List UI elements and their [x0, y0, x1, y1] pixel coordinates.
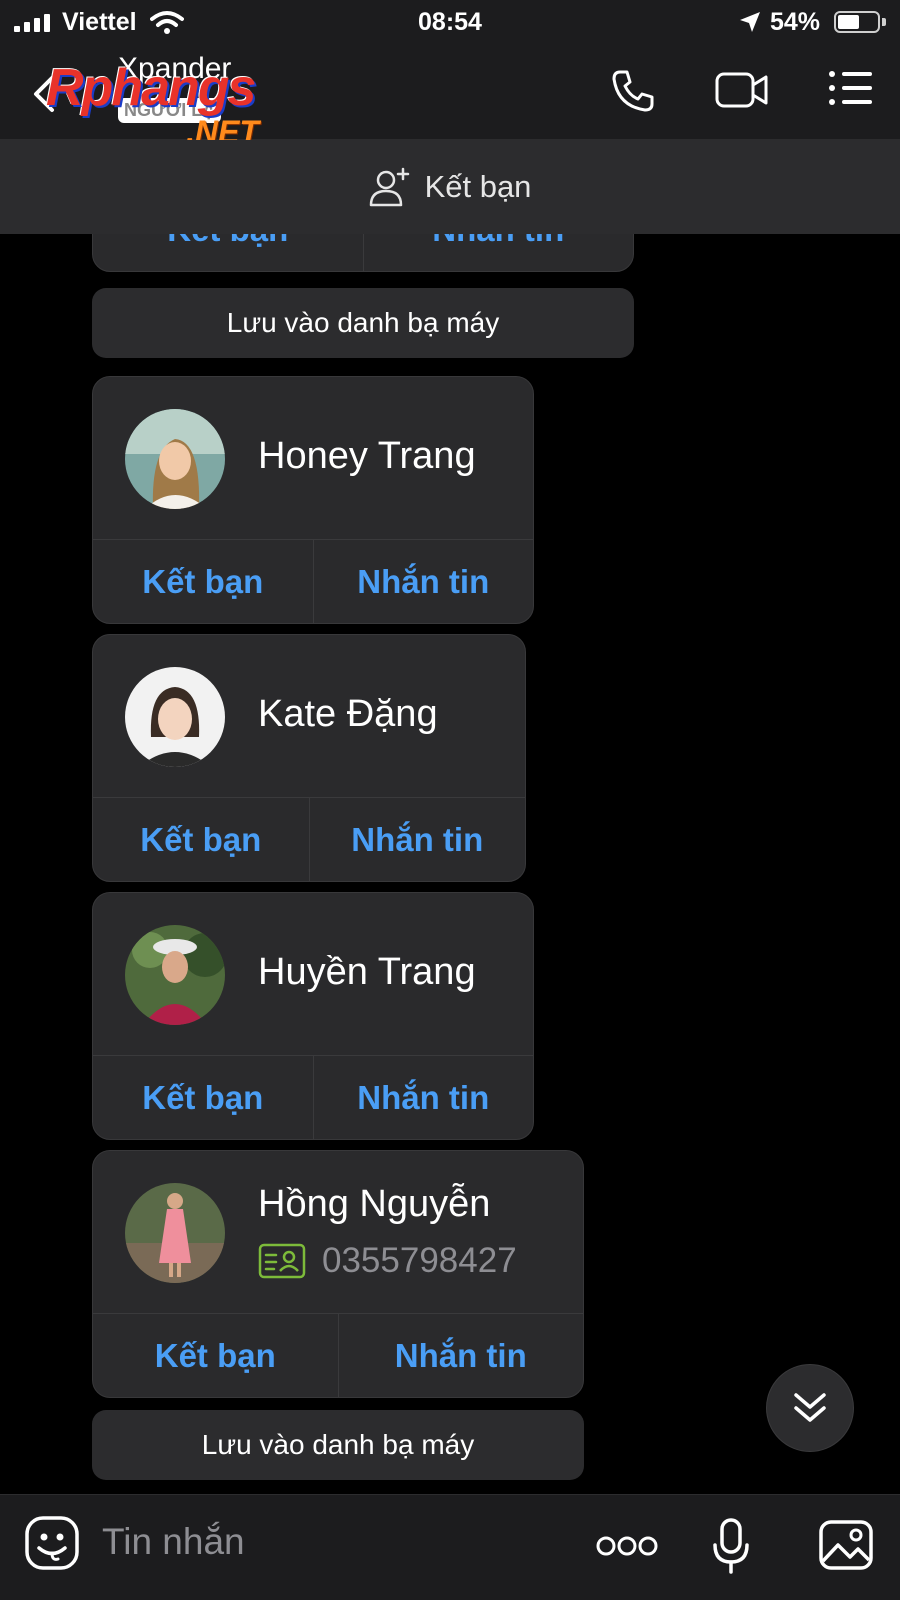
menu-list-icon[interactable] — [828, 70, 874, 106]
avatar[interactable] — [125, 409, 225, 509]
card-actions: Kết bạn Nhắn tin — [93, 234, 633, 271]
message-button[interactable]: Nhắn tin — [312, 540, 534, 623]
save-to-contacts-button[interactable]: Lưu vào danh bạ máy — [92, 288, 634, 358]
avatar[interactable] — [125, 1183, 225, 1283]
battery-icon — [834, 11, 880, 33]
contact-card: Kate Đặng Kết bạn Nhắn tin — [92, 634, 526, 882]
message-button[interactable]: Nhắn tin — [337, 1314, 584, 1397]
add-friend-label: Kết bạn — [424, 169, 532, 204]
battery-cap — [882, 18, 886, 26]
location-arrow-icon — [740, 12, 760, 32]
avatar[interactable] — [125, 925, 225, 1025]
card-actions: Kết bạn Nhắn tin — [93, 539, 533, 623]
save-to-contacts-button[interactable]: Lưu vào danh bạ máy — [92, 1410, 584, 1480]
microphone-icon[interactable] — [712, 1517, 750, 1575]
contact-name: Honey Trang — [258, 435, 476, 477]
contact-card-partial: Kết bạn Nhắn tin — [92, 234, 634, 272]
contact-name: Kate Đặng — [258, 693, 438, 735]
add-friend-button[interactable]: Kết bạn — [93, 540, 313, 623]
contact-card: Huyền Trang Kết bạn Nhắn tin — [92, 892, 534, 1140]
contact-card-icon — [258, 1243, 306, 1279]
message-input[interactable] — [102, 1521, 552, 1563]
image-icon[interactable] — [818, 1519, 874, 1571]
status-bar: Viettel 08:54 54% — [0, 0, 900, 46]
message-button[interactable]: Nhắn tin — [312, 1056, 534, 1139]
message-list[interactable]: Kết bạn Nhắn tin Lưu vào danh bạ máy Hon… — [0, 234, 900, 1494]
card-actions: Kết bạn Nhắn tin — [93, 1055, 533, 1139]
scroll-to-bottom-button[interactable] — [766, 1364, 854, 1452]
avatar[interactable] — [125, 667, 225, 767]
contact-card: Honey Trang Kết bạn Nhắn tin — [92, 376, 534, 624]
more-dots-icon[interactable] — [596, 1535, 658, 1557]
card-actions: Kết bạn Nhắn tin — [93, 797, 525, 881]
add-friend-button[interactable]: Kết bạn — [93, 798, 309, 881]
card-actions: Kết bạn Nhắn tin — [93, 1313, 583, 1397]
sticker-icon[interactable] — [24, 1515, 80, 1571]
contact-name: Hồng Nguyễn — [258, 1183, 491, 1225]
contact-name: Huyền Trang — [258, 951, 476, 993]
battery-level — [838, 15, 859, 29]
add-user-icon — [369, 167, 409, 207]
phone-row: 0355798427 — [258, 1241, 517, 1281]
message-input-bar — [0, 1494, 900, 1600]
watermark-logo: Rphangs — [46, 59, 256, 117]
battery-percent: 54% — [770, 8, 821, 36]
add-friend-bar[interactable]: Kết bạn — [0, 140, 900, 234]
video-icon[interactable] — [714, 70, 770, 110]
message-button[interactable]: Nhắn tin — [308, 798, 526, 881]
double-chevron-down-icon — [794, 1393, 826, 1422]
message-button[interactable]: Nhắn tin — [362, 234, 634, 271]
clock: 08:54 — [418, 8, 482, 36]
contact-card: Hồng Nguyễn 0355798427 Kết bạn Nhắn tin — [92, 1150, 584, 1398]
add-friend-button[interactable]: Kết bạn — [93, 234, 363, 271]
chat-header: Xpander NGƯỜI LẠ Rphangs .NET — [0, 46, 900, 150]
add-friend-button[interactable]: Kết bạn — [93, 1314, 338, 1397]
phone-icon[interactable] — [610, 68, 656, 114]
add-friend-button[interactable]: Kết bạn — [93, 1056, 313, 1139]
phone-number[interactable]: 0355798427 — [322, 1241, 517, 1281]
